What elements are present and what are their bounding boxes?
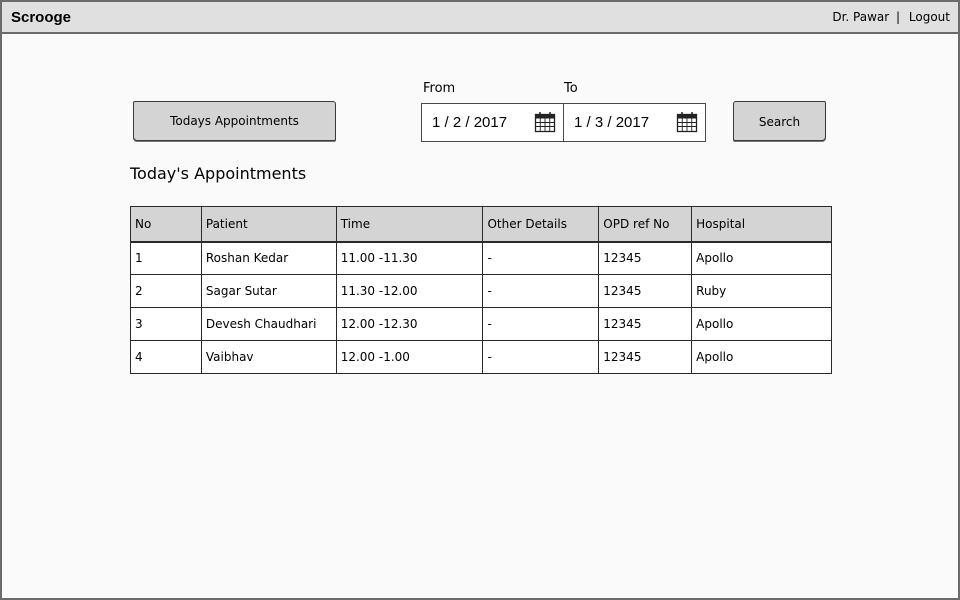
table-row[interactable]: 3 Devesh Chaudhari 12.00 -12.30 - 12345 … [130, 307, 832, 341]
cell-no: 4 [130, 340, 202, 374]
separator: | [896, 10, 901, 24]
cell-opd-ref-no: 12345 [598, 241, 693, 275]
cell-time: 11.30 -12.00 [335, 274, 484, 308]
table-row[interactable]: 1 Roshan Kedar 11.00 -11.30 - 12345 Apol… [130, 241, 832, 275]
cell-hospital: Apollo [691, 241, 832, 275]
app-window: Scrooge Dr. Pawar | Logout Todays Appoin… [0, 0, 960, 600]
cell-time: 12.00 -1.00 [335, 340, 484, 374]
cell-other-details: - [482, 274, 600, 308]
from-label: From [423, 81, 456, 96]
cell-time: 11.00 -11.30 [335, 241, 484, 275]
calendar-icon[interactable] [534, 111, 556, 133]
to-date-field[interactable]: 1 / 3 / 2017 [563, 103, 706, 142]
cell-patient: Roshan Kedar [200, 241, 337, 275]
cell-no: 3 [130, 307, 202, 341]
table-header-row: No Patient Time Other Details OPD ref No… [130, 206, 832, 243]
column-header-hospital[interactable]: Hospital [691, 206, 832, 243]
cell-patient: Devesh Chaudhari [200, 307, 337, 341]
cell-patient: Vaibhav [200, 340, 337, 374]
cell-hospital: Apollo [691, 307, 832, 341]
cell-other-details: - [482, 307, 600, 341]
from-date-field[interactable]: 1 / 2 / 2017 [421, 103, 564, 142]
cell-patient: Sagar Sutar [200, 274, 337, 308]
cell-opd-ref-no: 12345 [598, 307, 693, 341]
to-date-value[interactable]: 1 / 3 / 2017 [574, 114, 649, 131]
cell-hospital: Apollo [691, 340, 832, 374]
section-title: Today's Appointments [130, 164, 307, 183]
cell-other-details: - [482, 340, 600, 374]
user-area: Dr. Pawar | Logout [832, 10, 950, 24]
column-header-other-details[interactable]: Other Details [482, 206, 600, 243]
cell-opd-ref-no: 12345 [598, 340, 693, 374]
calendar-icon[interactable] [676, 111, 698, 133]
search-button[interactable]: Search [733, 101, 826, 141]
column-header-time[interactable]: Time [335, 206, 484, 243]
column-header-no[interactable]: No [130, 206, 202, 243]
cell-hospital: Ruby [691, 274, 832, 308]
to-label: To [564, 81, 578, 96]
cell-time: 12.00 -12.30 [335, 307, 484, 341]
app-title: Scrooge [11, 9, 72, 26]
logout-link[interactable]: Logout [909, 10, 950, 24]
from-date-value[interactable]: 1 / 2 / 2017 [432, 114, 507, 131]
cell-opd-ref-no: 12345 [598, 274, 693, 308]
user-name: Dr. Pawar [832, 10, 890, 24]
column-header-opd-ref-no[interactable]: OPD ref No [598, 206, 693, 243]
column-header-patient[interactable]: Patient [200, 206, 337, 243]
todays-appointments-button[interactable]: Todays Appointments [133, 101, 336, 141]
table-row[interactable]: 4 Vaibhav 12.00 -1.00 - 12345 Apollo [130, 340, 832, 374]
cell-other-details: - [482, 241, 600, 275]
title-bar: Scrooge Dr. Pawar | Logout [2, 2, 958, 34]
cell-no: 2 [130, 274, 202, 308]
cell-no: 1 [130, 241, 202, 275]
appointments-table: No Patient Time Other Details OPD ref No… [130, 206, 832, 374]
table-row[interactable]: 2 Sagar Sutar 11.30 -12.00 - 12345 Ruby [130, 274, 832, 308]
